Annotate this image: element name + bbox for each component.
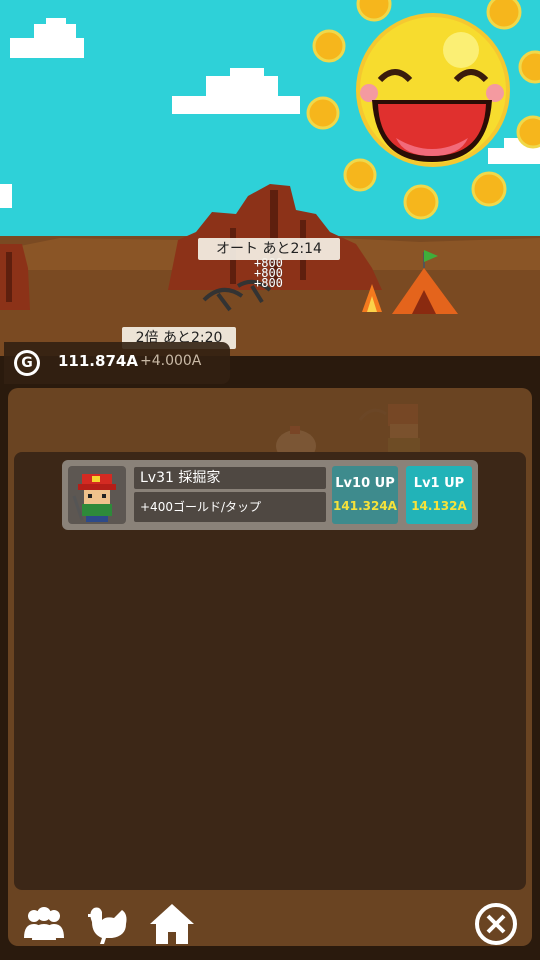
unit-card: Lv31 採掘家 +400ゴールド/タップ Lv10 UP 141.324A L…	[62, 460, 478, 530]
gold-amount: 111.874A	[58, 352, 138, 370]
level-up-1-button[interactable]: Lv1 UP 14.132A	[406, 466, 472, 524]
close-icon[interactable]	[472, 900, 520, 948]
gold-coin-icon: G	[14, 350, 40, 376]
sun-face	[356, 13, 510, 167]
level-up-10-button[interactable]: Lv10 UP 141.324A	[332, 466, 398, 524]
tap-reward-text: +800	[254, 276, 283, 290]
auto-timer: オート あと2:14	[198, 238, 340, 260]
chicken-icon[interactable]	[84, 902, 132, 946]
level-up-1-label: Lv1 UP	[413, 476, 465, 491]
level-up-10-label: Lv10 UP	[335, 476, 395, 491]
unit-description: +400ゴールド/タップ	[134, 492, 326, 522]
level-up-10-cost: 141.324A	[333, 499, 397, 513]
team-icon[interactable]	[20, 902, 68, 946]
level-up-1-cost: 14.132A	[411, 499, 467, 513]
cloud	[0, 184, 12, 208]
gold-rate: +4.000A	[140, 353, 202, 369]
unit-name: Lv31 採掘家	[134, 467, 326, 489]
miner-portrait	[68, 466, 126, 524]
gold-counter: G 111.874A +4.000A	[4, 342, 230, 384]
home-icon[interactable]	[148, 902, 196, 946]
